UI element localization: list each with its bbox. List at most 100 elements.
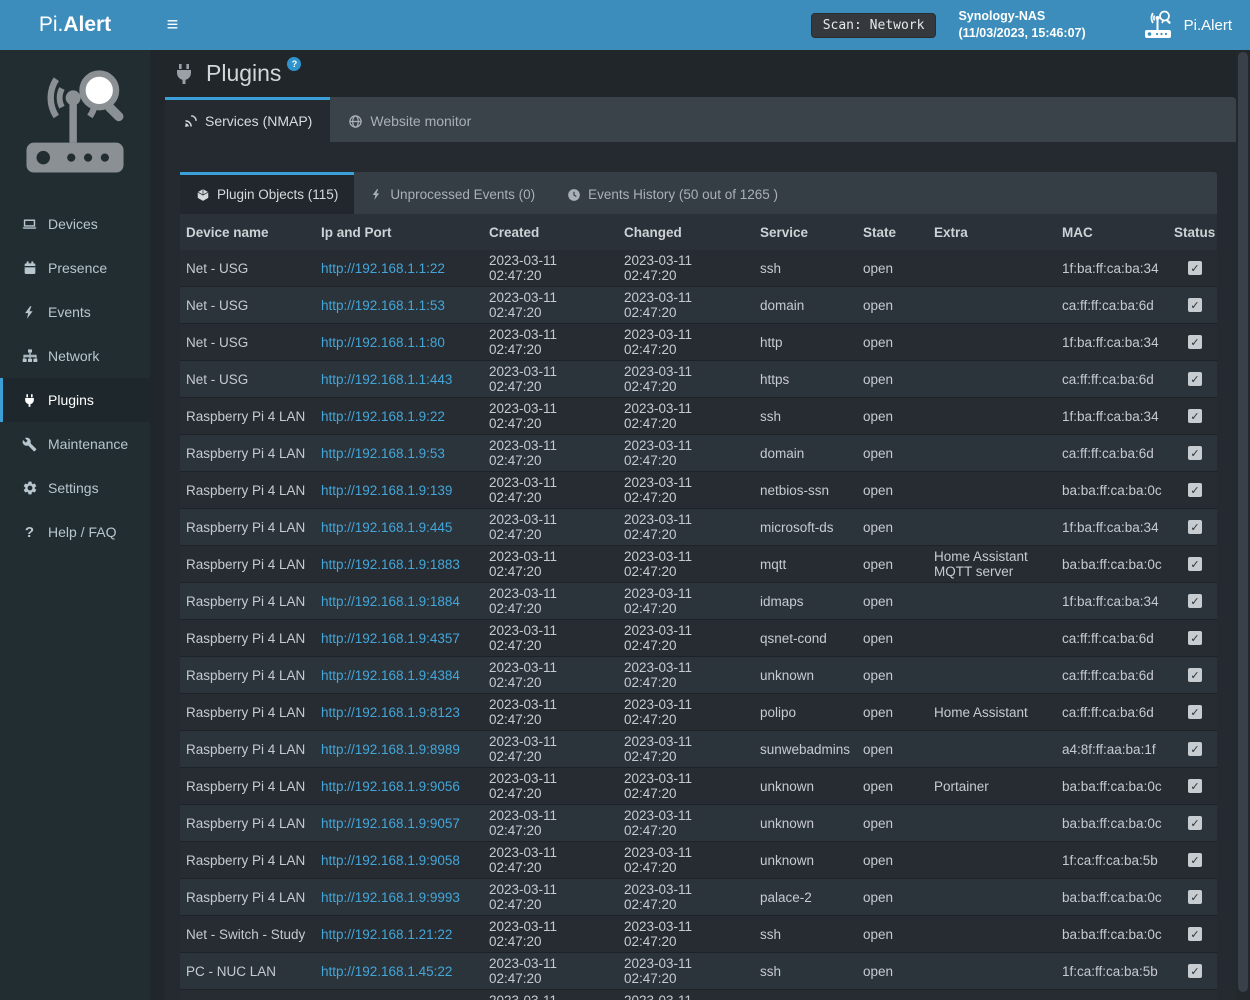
status-checkbox[interactable]: ✓ (1188, 890, 1202, 904)
cell-status: ✓ (1168, 731, 1217, 768)
status-checkbox[interactable]: ✓ (1188, 816, 1202, 830)
status-checkbox[interactable]: ✓ (1188, 335, 1202, 349)
status-checkbox[interactable]: ✓ (1188, 372, 1202, 386)
sidebar-item-network[interactable]: Network (0, 334, 150, 378)
status-checkbox[interactable]: ✓ (1188, 927, 1202, 941)
cell-created: 2023-03-11 02:47:20 (483, 435, 618, 472)
sidebar-item-maintenance[interactable]: Maintenance (0, 422, 150, 466)
status-checkbox[interactable]: ✓ (1188, 964, 1202, 978)
status-checkbox[interactable]: ✓ (1188, 742, 1202, 756)
cell-device-name: Raspberry Pi 4 LAN (180, 435, 315, 472)
ip-port-link[interactable]: http://192.168.1.9:8123 (321, 705, 460, 720)
sidebar-item-label: Plugins (48, 392, 94, 408)
cell-changed: 2023-03-11 02:47:20 (618, 953, 754, 990)
status-checkbox[interactable]: ✓ (1188, 668, 1202, 682)
subtab-events-history[interactable]: Events History (50 out of 1265 ) (551, 172, 794, 214)
ip-port-link[interactable]: http://192.168.1.9:445 (321, 520, 452, 535)
cell-status: ✓ (1168, 398, 1217, 435)
cell-status: ✓ (1168, 250, 1217, 287)
brand[interactable]: Pi.Alert (1141, 10, 1232, 40)
sidebar-item-label: Events (48, 304, 91, 320)
cell-state: open (857, 509, 928, 546)
col-device-name: Device name (180, 214, 315, 250)
ip-port-link[interactable]: http://192.168.1.1:80 (321, 335, 445, 350)
sidebar-item-settings[interactable]: Settings (0, 466, 150, 510)
help-badge[interactable]: ? (287, 57, 301, 71)
satellite-dish-icon (183, 114, 198, 129)
cell-ip-port: http://192.168.1.9:9058 (315, 842, 483, 879)
status-checkbox[interactable]: ✓ (1188, 631, 1202, 645)
ip-port-link[interactable]: http://192.168.1.9:139 (321, 483, 452, 498)
scrollbar-thumb[interactable] (1238, 52, 1248, 992)
cell-changed: 2023-03-11 02:47:20 (618, 694, 754, 731)
cell-changed: 2023-03-11 02:47:20 (618, 805, 754, 842)
cell-state: open (857, 916, 928, 953)
cell-mac: ca:ff:ff:ca:ba:6d (1056, 435, 1168, 472)
status-checkbox[interactable]: ✓ (1188, 298, 1202, 312)
status-checkbox[interactable]: ✓ (1188, 261, 1202, 275)
subtab-unprocessed-events[interactable]: Unprocessed Events (0) (354, 172, 551, 214)
app-logo[interactable]: Pi.Alert (0, 0, 150, 50)
cell-service: idmaps (754, 583, 857, 620)
ip-port-link[interactable]: http://192.168.1.9:9993 (321, 890, 460, 905)
status-checkbox[interactable]: ✓ (1188, 446, 1202, 460)
status-checkbox[interactable]: ✓ (1188, 705, 1202, 719)
status-checkbox[interactable]: ✓ (1188, 557, 1202, 571)
cell-changed: 2023-03-11 02:47:20 (618, 731, 754, 768)
ip-port-link[interactable]: http://192.168.1.9:4384 (321, 668, 460, 683)
ip-port-link[interactable]: http://192.168.1.9:4357 (321, 631, 460, 646)
ip-port-link[interactable]: http://192.168.1.9:1883 (321, 557, 460, 572)
status-checkbox[interactable]: ✓ (1188, 594, 1202, 608)
cell-device-name: Raspberry Pi 4 LAN (180, 731, 315, 768)
ip-port-link[interactable]: http://192.168.1.9:9057 (321, 816, 460, 831)
content-area: Plugins ? Services (NMAP) Website monito… (150, 50, 1250, 1000)
cell-mac: ba:ba:ff:ca:ba:0c (1056, 768, 1168, 805)
ip-port-link[interactable]: http://192.168.1.9:8989 (321, 742, 460, 757)
tab-services-nmap[interactable]: Services (NMAP) (165, 97, 330, 142)
calendar-icon (21, 260, 38, 277)
status-checkbox[interactable]: ✓ (1188, 409, 1202, 423)
ip-port-link[interactable]: http://192.168.1.9:53 (321, 446, 445, 461)
vertical-scrollbar[interactable] (1236, 50, 1250, 1000)
ip-port-link[interactable]: http://192.168.1.21:22 (321, 927, 452, 942)
ip-port-link[interactable]: http://192.168.1.1:22 (321, 261, 445, 276)
cell-mac: ba:ba:ff:ca:ba:0c (1056, 472, 1168, 509)
cell-mac: 1f:ba:ff:ca:ba:34 (1056, 509, 1168, 546)
ip-port-link[interactable]: http://192.168.1.1:53 (321, 298, 445, 313)
cell-extra (928, 805, 1056, 842)
ip-port-link[interactable]: http://192.168.1.9:1884 (321, 594, 460, 609)
cell-mac: ba:ba:ff:ca:ba:0c (1056, 916, 1168, 953)
sidebar-item-label: Maintenance (48, 436, 128, 452)
ip-port-link[interactable]: http://192.168.1.9:22 (321, 409, 445, 424)
sidebar-item-presence[interactable]: Presence (0, 246, 150, 290)
cell-extra: Home Assistant MQTT server (928, 546, 1056, 583)
status-checkbox[interactable]: ✓ (1188, 779, 1202, 793)
ip-port-link[interactable]: http://192.168.1.9:9056 (321, 779, 460, 794)
cell-extra (928, 472, 1056, 509)
cell-service: domain (754, 287, 857, 324)
cell-changed: 2023-03-11 02:47:20 (618, 620, 754, 657)
cell-created: 2023-03-11 02:47:20 (483, 953, 618, 990)
status-checkbox[interactable]: ✓ (1188, 520, 1202, 534)
table-row: Raspberry Pi 4 LANhttp://192.168.1.9:139… (180, 472, 1217, 509)
ip-port-link[interactable]: http://192.168.1.9:9058 (321, 853, 460, 868)
sidebar-item-label: Network (48, 348, 99, 364)
cell-extra (928, 990, 1056, 1000)
clock-icon (567, 188, 581, 202)
status-checkbox[interactable]: ✓ (1188, 483, 1202, 497)
sidebar-item-help[interactable]: ? Help / FAQ (0, 510, 150, 554)
sidebar-item-plugins[interactable]: Plugins (0, 378, 150, 422)
subtab-plugin-objects[interactable]: Plugin Objects (115) (180, 172, 354, 214)
table-row: Net - USGhttp://192.168.1.1:222023-03-11… (180, 250, 1217, 287)
cell-ip-port: http://192.168.1.1:22 (315, 250, 483, 287)
ip-port-link[interactable]: http://192.168.1.45:22 (321, 964, 452, 979)
status-checkbox[interactable]: ✓ (1188, 853, 1202, 867)
col-created: Created (483, 214, 618, 250)
tab-website-monitor[interactable]: Website monitor (330, 97, 489, 142)
sidebar-item-events[interactable]: Events (0, 290, 150, 334)
brand-label: Pi.Alert (1184, 17, 1232, 34)
sidebar-toggle-icon[interactable]: ≡ (150, 0, 195, 50)
ip-port-link[interactable]: http://192.168.1.1:443 (321, 372, 452, 387)
cell-device-name: Raspberry Pi 4 LAN (180, 398, 315, 435)
sidebar-item-devices[interactable]: Devices (0, 202, 150, 246)
